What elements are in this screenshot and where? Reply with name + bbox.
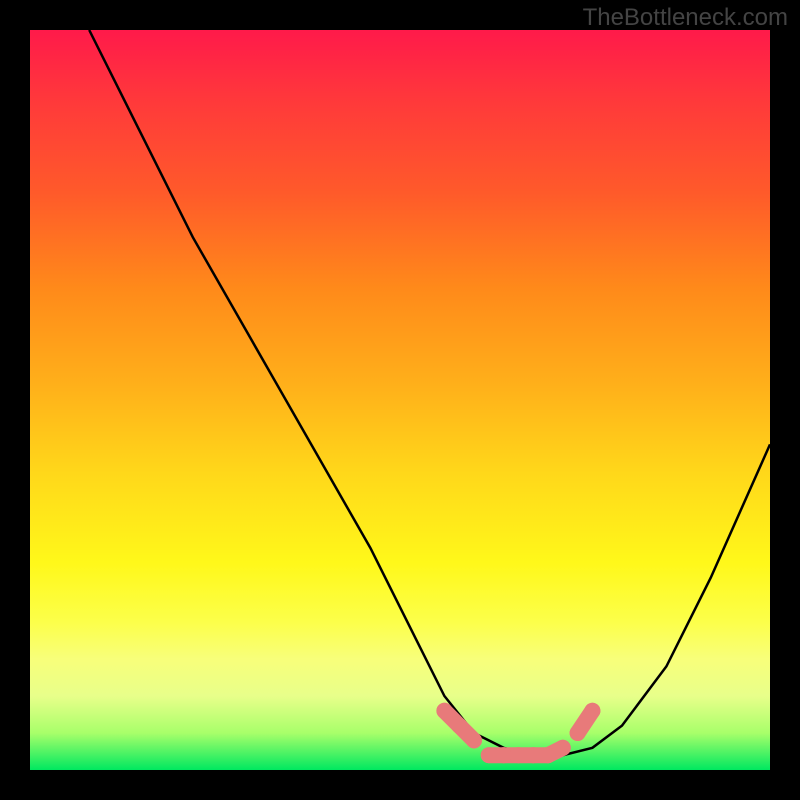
watermark-text: TheBottleneck.com bbox=[583, 4, 788, 32]
trough-mark-dot bbox=[540, 747, 556, 763]
trough-mark-dot bbox=[466, 732, 482, 748]
trough-mark-dot bbox=[481, 747, 497, 763]
trough-mark-dot bbox=[525, 747, 541, 763]
trough-mark-dot bbox=[555, 740, 571, 756]
curve-path bbox=[89, 30, 770, 755]
trough-mark-dot bbox=[451, 718, 467, 734]
trough-marks bbox=[436, 703, 600, 763]
trough-mark-dot bbox=[570, 725, 586, 741]
chart-svg bbox=[30, 30, 770, 770]
trough-mark-dot bbox=[584, 703, 600, 719]
trough-mark-dot bbox=[496, 747, 512, 763]
trough-mark-dot bbox=[436, 703, 452, 719]
chart-plot-area bbox=[30, 30, 770, 770]
trough-mark-dot bbox=[510, 747, 526, 763]
